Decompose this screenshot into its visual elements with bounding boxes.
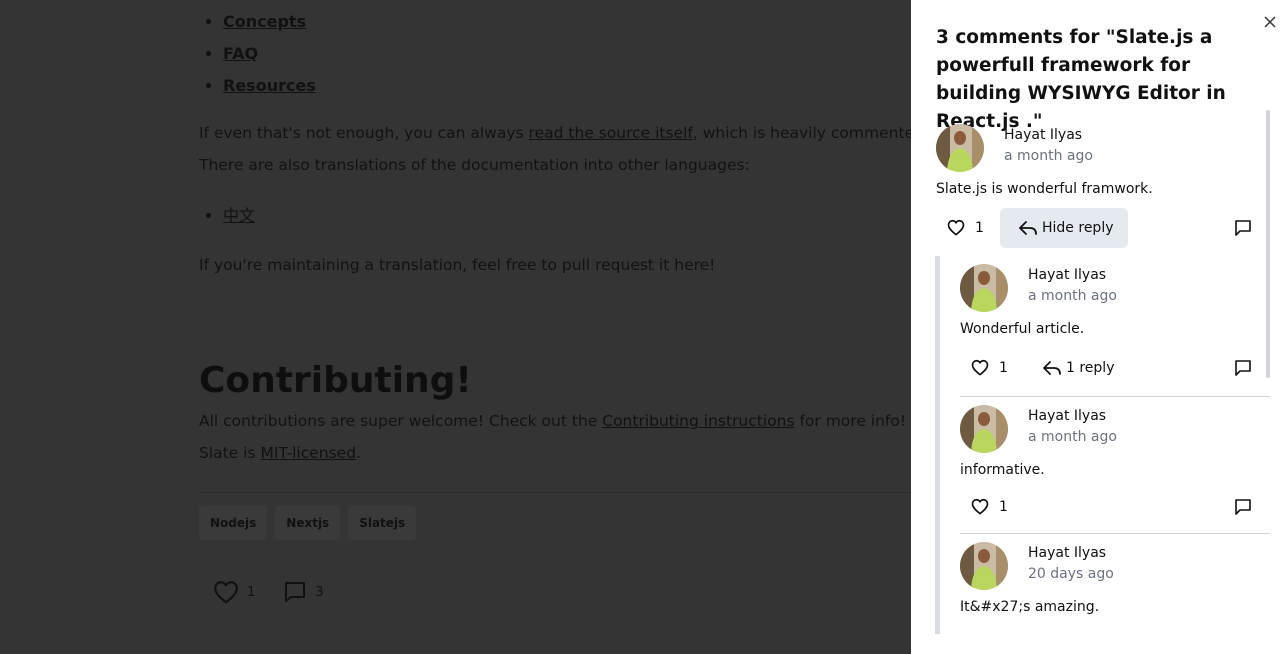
tag-nextjs[interactable]: Nextjs: [275, 506, 341, 540]
divider: [199, 492, 911, 493]
read-source-link[interactable]: read the source itself: [529, 124, 693, 142]
close-icon[interactable]: [1262, 14, 1278, 30]
heart-icon: [971, 359, 989, 376]
mit-license-link[interactable]: MIT-licensed: [261, 444, 357, 462]
resources-link[interactable]: Resources: [223, 76, 316, 95]
article-like-count: 1: [247, 584, 256, 600]
tag-slatejs[interactable]: Slatejs: [348, 506, 417, 540]
divider: [960, 396, 1270, 397]
hide-reply-button[interactable]: Hide reply: [1000, 208, 1128, 248]
avatar-image: [960, 542, 1008, 590]
article-background: Concepts FAQ Resources If even that's no…: [0, 0, 929, 654]
comment-time: a month ago: [1028, 288, 1117, 304]
reply-arrow-icon: [1019, 221, 1037, 235]
paragraph-translations: There are also translations of the docum…: [199, 156, 750, 174]
scrollbar[interactable]: [1266, 110, 1270, 378]
comment-like-button[interactable]: 1: [971, 498, 1008, 515]
list-item[interactable]: Concepts: [223, 6, 316, 38]
contributing-instructions-link[interactable]: Contributing instructions: [602, 412, 794, 430]
paragraph-maintaining: If you're maintaining a translation, fee…: [199, 256, 716, 274]
avatar: [960, 405, 1008, 453]
reply-thread-line: [935, 256, 940, 634]
like-count: 1: [999, 498, 1008, 515]
translations-list: 中文: [199, 200, 255, 232]
paragraph-source: If even that's not enough, you can alway…: [199, 124, 929, 142]
comment-icon: [285, 582, 306, 602]
comment-text: It&#x27;s amazing.: [960, 599, 1100, 615]
tag-nodejs[interactable]: Nodejs: [199, 506, 268, 540]
article-like-button[interactable]: 1: [213, 580, 255, 604]
list-item[interactable]: FAQ: [223, 38, 316, 70]
comment-icon[interactable]: [1234, 359, 1252, 377]
article-comments-button[interactable]: 3: [283, 580, 324, 604]
heart-icon: [947, 219, 965, 236]
list-item[interactable]: 中文: [223, 200, 255, 232]
hide-reply-label: Hide reply: [1042, 220, 1114, 236]
article-comment-count: 3: [315, 584, 324, 600]
paragraph-contributions: All contributions are super welcome! Che…: [199, 412, 907, 430]
avatar-image: [960, 264, 1008, 312]
comments-panel-title: 3 comments for "Slate.js a powerfull fra…: [936, 27, 1226, 132]
divider: [960, 533, 1270, 534]
comment-icon[interactable]: [1234, 498, 1252, 516]
comment-author[interactable]: Hayat Ilyas: [1004, 127, 1082, 143]
comment-like-button[interactable]: 1: [947, 219, 984, 236]
heart-icon: [214, 581, 238, 604]
comment-text: Slate.js is wonderful framwork.: [936, 181, 1153, 197]
comment-author[interactable]: Hayat Ilyas: [1028, 408, 1106, 424]
comment-icon[interactable]: [1234, 219, 1252, 237]
avatar: [936, 124, 984, 172]
paragraph-license: Slate is MIT-licensed.: [199, 444, 361, 462]
docs-link-list: Concepts FAQ Resources: [199, 6, 316, 102]
comment-text: informative.: [960, 462, 1045, 478]
comment-time: 20 days ago: [1028, 566, 1114, 582]
like-count: 1: [975, 219, 984, 236]
list-item[interactable]: Resources: [223, 70, 316, 102]
comment-author[interactable]: Hayat Ilyas: [1028, 267, 1106, 283]
comment-author[interactable]: Hayat Ilyas: [1028, 545, 1106, 561]
comments-panel: 3 comments for "Slate.js a powerfull fra…: [911, 0, 1288, 654]
like-count: 1: [999, 359, 1008, 376]
article-reactions: 1 3: [213, 580, 352, 604]
heart-icon: [971, 498, 989, 515]
concepts-link[interactable]: Concepts: [223, 12, 306, 31]
comment-text: Wonderful article.: [960, 321, 1085, 337]
contributing-heading: Contributing!: [199, 360, 472, 401]
avatar: [960, 542, 1008, 590]
tag-list: Nodejs Nextjs Slatejs: [199, 506, 417, 540]
comment-time: a month ago: [1028, 429, 1117, 445]
avatar-image: [936, 124, 984, 172]
faq-link[interactable]: FAQ: [223, 44, 258, 63]
comment-time: a month ago: [1004, 148, 1093, 164]
chinese-translation-link[interactable]: 中文: [223, 206, 255, 225]
avatar: [960, 264, 1008, 312]
comment-like-button[interactable]: 1: [971, 359, 1008, 376]
reply-arrow-icon: [1043, 361, 1061, 375]
replies-button[interactable]: 1 reply: [1042, 359, 1114, 377]
avatar-image: [960, 405, 1008, 453]
replies-label: 1 reply: [1066, 360, 1115, 376]
